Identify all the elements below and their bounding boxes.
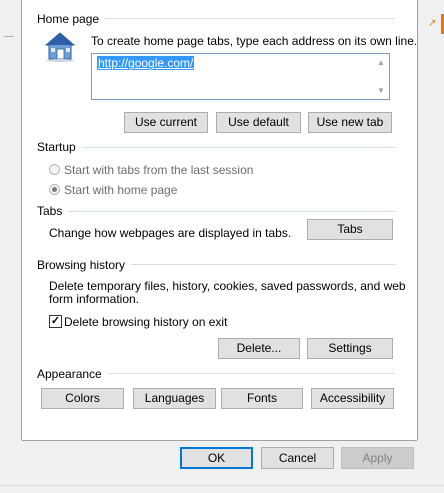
tabs-button[interactable]: Tabs (307, 219, 393, 240)
background-window-left (0, 0, 21, 493)
delete-on-exit-label: Delete browsing history on exit (64, 315, 228, 329)
apply-button[interactable]: Apply (341, 447, 414, 469)
appearance-section-title: Appearance (37, 367, 108, 381)
use-default-button[interactable]: Use default (216, 112, 301, 133)
house-icon (44, 32, 76, 62)
delete-history-button[interactable]: Delete... (218, 338, 300, 359)
browsing-history-description-line2: form information. (49, 292, 140, 306)
use-current-button[interactable]: Use current (124, 112, 208, 133)
tabs-group-rule (37, 211, 395, 212)
startup-home-page-radio[interactable] (49, 184, 60, 195)
background-window-right (418, 0, 444, 493)
cancel-button[interactable]: Cancel (261, 447, 334, 469)
browsing-history-section-title: Browsing history (37, 258, 132, 272)
home-page-url-textarea[interactable]: http://google.com/ ▲ ▼ (91, 53, 390, 100)
tabs-description: Change how webpages are displayed in tab… (49, 226, 292, 240)
tabs-section-title: Tabs (37, 204, 69, 218)
panel-border-left (21, 0, 22, 440)
history-settings-button[interactable]: Settings (307, 338, 393, 359)
accessibility-button[interactable]: Accessibility (311, 388, 394, 409)
ok-button[interactable]: OK (180, 447, 253, 469)
languages-button[interactable]: Languages (133, 388, 216, 409)
checkmark-icon: ✓ (50, 315, 61, 327)
startup-section-title: Startup (37, 140, 82, 154)
background-edge-mark: ↗ (428, 14, 444, 34)
startup-last-session-label: Start with tabs from the last session (64, 163, 254, 177)
startup-last-session-radio[interactable] (49, 164, 60, 175)
home-page-url-value[interactable]: http://google.com/ (97, 56, 195, 70)
panel-border-right (417, 0, 418, 440)
home-page-section-title: Home page (37, 12, 106, 26)
use-new-tab-button[interactable]: Use new tab (308, 112, 392, 133)
browsing-history-description-line1: Delete temporary files, history, cookies… (49, 279, 406, 293)
home-page-instruction: To create home page tabs, type each addr… (91, 34, 418, 48)
background-divider (4, 36, 14, 37)
startup-group-rule (37, 147, 395, 148)
colors-button[interactable]: Colors (41, 388, 124, 409)
chevron-down-icon[interactable]: ▼ (376, 86, 386, 96)
fonts-button[interactable]: Fonts (221, 388, 303, 409)
chevron-up-icon[interactable]: ▲ (376, 58, 386, 68)
delete-on-exit-checkbox[interactable]: ✓ (49, 315, 62, 328)
footer-divider (0, 485, 444, 486)
startup-home-page-label: Start with home page (64, 183, 178, 197)
